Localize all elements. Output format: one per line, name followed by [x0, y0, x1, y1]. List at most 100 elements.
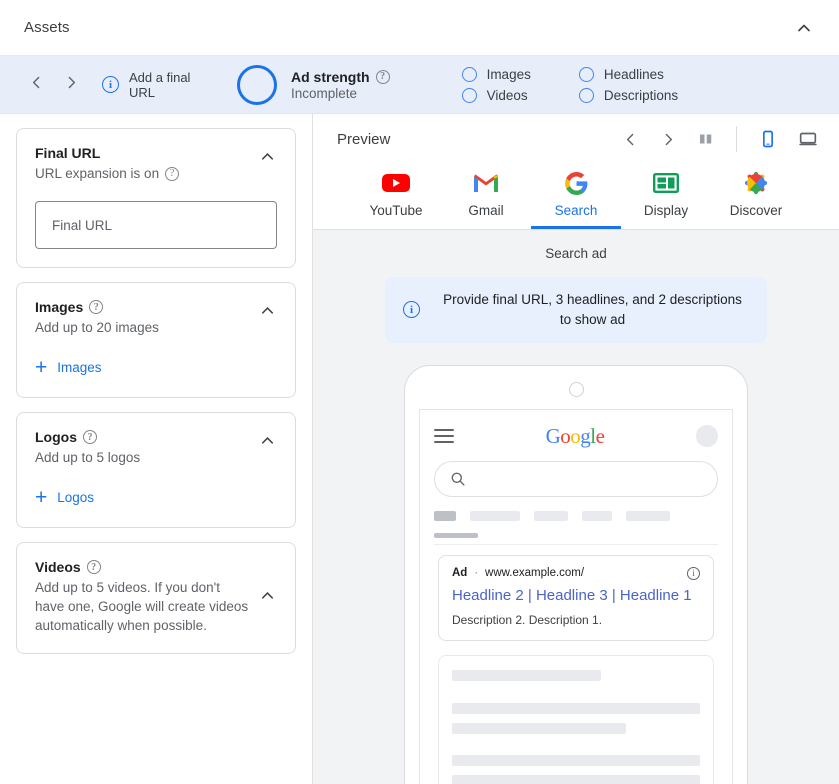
preview-mobile-button[interactable]: [751, 123, 785, 155]
card-images: Images ? Add up to 20 images + Images: [16, 282, 296, 398]
preview-notice: i Provide final URL, 3 headlines, and 2 …: [385, 276, 767, 343]
card-videos-collapse-button[interactable]: [258, 584, 277, 610]
help-icon[interactable]: ?: [83, 430, 97, 444]
assets-form-pane: Final URL URL expansion is on ? Final UR…: [0, 114, 313, 784]
display-icon: [653, 173, 679, 193]
card-final-url-collapse-button[interactable]: [258, 145, 277, 171]
hamburger-menu-icon[interactable]: [434, 429, 454, 444]
preview-desktop-button[interactable]: [791, 123, 825, 155]
chevron-left-icon: [32, 76, 40, 89]
requirement-label: Videos: [486, 87, 528, 103]
unchecked-circle-icon: [461, 87, 477, 103]
ad-headline[interactable]: Headline 2 | Headline 3 | Headline 1: [452, 586, 700, 606]
add-logos-button[interactable]: + Logos: [35, 487, 94, 508]
phone-camera-icon: [568, 381, 584, 397]
split-view-icon: [700, 134, 712, 144]
preview-split-view-button[interactable]: [690, 123, 722, 155]
help-icon[interactable]: ?: [86, 560, 101, 574]
add-logos-label: Logos: [57, 490, 95, 505]
info-icon: i: [403, 301, 420, 319]
card-logos: Logos ? Add up to 5 logos + Logos: [16, 412, 296, 528]
requirement-label: Descriptions: [603, 87, 679, 103]
search-icon: [451, 473, 465, 486]
card-logos-title: Logos: [35, 429, 77, 445]
ad-strength-label: Ad strength: [291, 68, 370, 85]
assets-header: Assets: [0, 0, 839, 56]
chevron-up-icon: [261, 307, 274, 314]
help-icon[interactable]: ?: [165, 166, 180, 181]
requirements-column-right: Headlines Descriptions: [578, 66, 679, 103]
serp-tab-skeletons: [434, 510, 718, 529]
requirement-images[interactable]: Images: [461, 66, 531, 82]
info-icon[interactable]: i: [687, 566, 700, 580]
assets-body: Final URL URL expansion is on ? Final UR…: [0, 114, 839, 784]
requirement-label: Headlines: [603, 66, 664, 82]
requirement-label: Images: [486, 66, 531, 82]
prev-asset-button[interactable]: [28, 74, 45, 95]
final-url-hint-label: Add a final URL: [129, 69, 191, 100]
tab-search-label: Search: [554, 203, 598, 218]
serp-mockup: Google Ad · www.example.com/ i Headline …: [419, 408, 733, 784]
tab-discover[interactable]: Discover: [711, 164, 801, 229]
final-url-input[interactable]: Final URL: [35, 201, 277, 249]
tab-discover-label: Discover: [729, 203, 783, 218]
card-final-url: Final URL URL expansion is on ? Final UR…: [16, 128, 296, 268]
add-images-button[interactable]: + Images: [35, 357, 102, 378]
requirement-headlines[interactable]: Headlines: [578, 66, 678, 82]
tab-youtube[interactable]: YouTube: [351, 164, 441, 229]
tab-display-label: Display: [643, 203, 689, 218]
ad-separator: ·: [474, 567, 479, 580]
requirement-videos[interactable]: Videos: [461, 87, 531, 103]
serp-tab-skeleton: [470, 510, 520, 521]
chevron-up-icon: [798, 23, 810, 31]
skeleton-line: [452, 669, 601, 681]
desktop-device-icon: [799, 132, 817, 146]
preview-channel-tabs: YouTube Gmail Search Display Discover: [313, 164, 839, 229]
chevron-up-icon: [261, 153, 274, 160]
next-asset-button[interactable]: [63, 74, 80, 95]
assets-collapse-button[interactable]: [789, 13, 819, 43]
ad-strength-title-row: Ad strength ?: [291, 69, 390, 85]
serp-tab-skeleton: [626, 510, 670, 521]
preview-prev-button[interactable]: [614, 123, 646, 155]
requirement-descriptions[interactable]: Descriptions: [578, 87, 679, 103]
preview-toolbar: Preview: [313, 114, 839, 164]
serp-search-input[interactable]: [434, 460, 718, 497]
help-icon[interactable]: ?: [89, 300, 104, 314]
google-g-icon: [564, 171, 587, 195]
skeleton-line: [452, 754, 700, 766]
tab-gmail[interactable]: Gmail: [441, 164, 531, 229]
discover-icon: [744, 171, 768, 195]
card-logos-title-row: Logos ?: [35, 429, 250, 445]
tab-display[interactable]: Display: [621, 164, 711, 229]
ad-strength-value: Incomplete: [291, 85, 358, 101]
ad-badge: Ad: [452, 567, 468, 580]
skeleton-line: [452, 774, 700, 784]
tab-search[interactable]: Search: [531, 164, 621, 229]
chevron-up-icon: [261, 592, 274, 599]
card-images-title: Images: [35, 299, 84, 315]
serp-tab-active-skeleton: [434, 510, 456, 521]
strength-nav: [28, 74, 80, 95]
chevron-up-icon: [261, 437, 274, 444]
help-icon[interactable]: ?: [375, 69, 390, 84]
plus-icon: +: [35, 356, 48, 379]
card-logos-collapse-button[interactable]: [258, 429, 277, 455]
add-images-label: Images: [57, 360, 102, 375]
card-final-url-title: Final URL: [35, 145, 101, 161]
card-videos-subtitle: Add up to 5 videos. If you don't have on…: [35, 580, 249, 633]
toolbar-divider: [736, 126, 737, 152]
avatar[interactable]: [696, 425, 718, 448]
ad-strength-bar: i Add a final URL Ad strength ? Incomple…: [0, 56, 839, 114]
skeleton-line: [452, 702, 700, 714]
card-final-url-subtitle: URL expansion is on: [35, 166, 160, 181]
card-videos-title: Videos: [35, 559, 81, 575]
preview-next-button[interactable]: [652, 123, 684, 155]
card-images-collapse-button[interactable]: [258, 299, 277, 325]
serp-tab-skeleton: [582, 510, 612, 521]
unchecked-circle-icon: [578, 66, 594, 82]
preview-caption: Search ad: [545, 245, 607, 261]
card-videos: Videos ? Add up to 5 videos. If you don'…: [16, 542, 296, 654]
assets-panel: Assets i Add a final URL Ad strength ? I…: [0, 0, 839, 784]
plus-icon: +: [35, 486, 48, 509]
